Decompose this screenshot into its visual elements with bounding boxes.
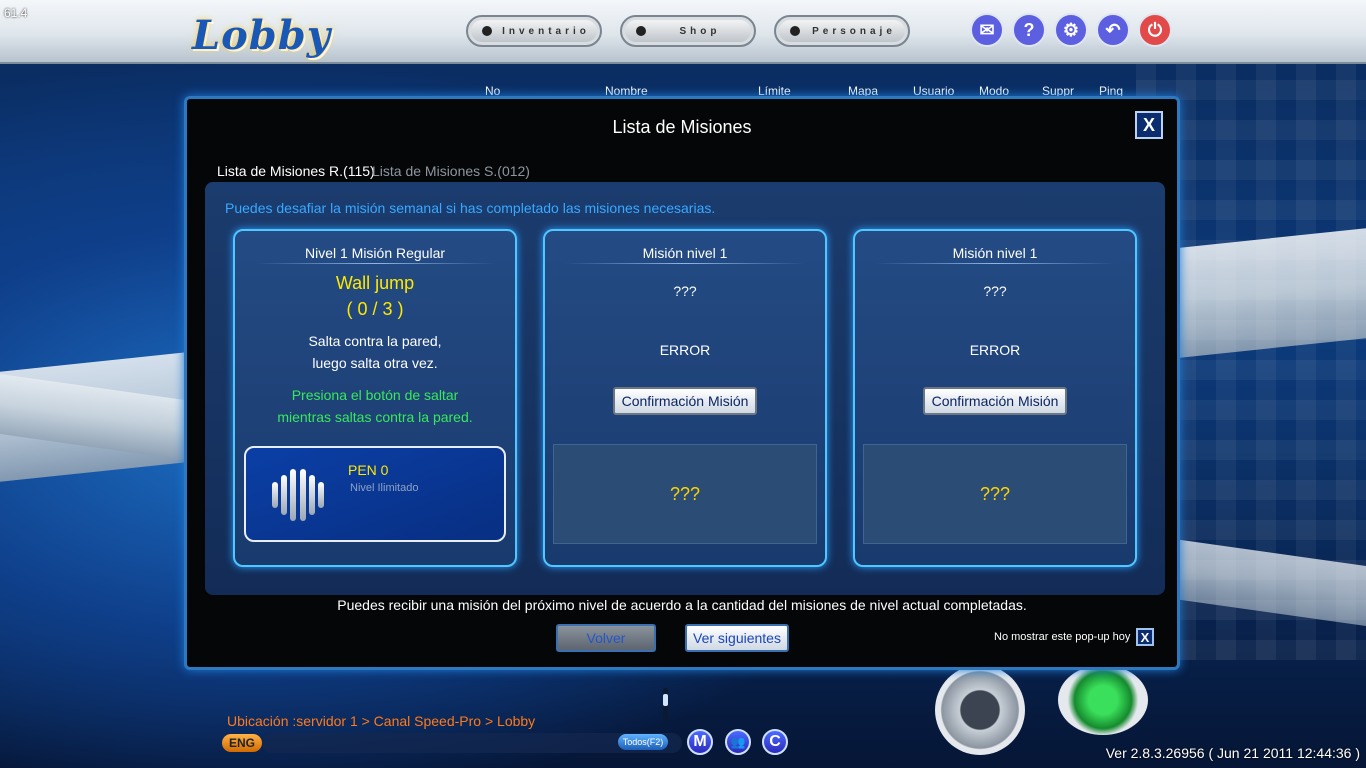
dont-show-label: No mostrar este pop-up hoy xyxy=(994,631,1131,643)
gear-decoration xyxy=(1058,665,1148,735)
mission-name: Wall jump xyxy=(335,273,415,293)
gear-decoration xyxy=(935,665,1025,755)
tab-regular-missions[interactable]: Lista de Misiones R.(115) xyxy=(217,163,375,179)
character-button[interactable]: Personaje xyxy=(774,15,910,47)
chat-scrollbar-thumb[interactable] xyxy=(663,694,668,706)
back-button[interactable]: Volver xyxy=(556,624,656,652)
mission-description: luego salta otra vez. xyxy=(312,355,438,371)
mission-list-dialog: Lista de Misiones X Lista de Misiones R.… xyxy=(184,96,1180,670)
inventory-button-label: Inventario xyxy=(502,25,590,37)
mission-status: ERROR xyxy=(969,342,1021,358)
lobby-logo: Lobby xyxy=(192,12,331,59)
settings-icon[interactable]: ⚙ xyxy=(1054,13,1088,47)
reward-box[interactable]: PEN 0 Nivel Ilimitado xyxy=(244,446,506,542)
weekly-notice: Puedes desafiar la misión semanal si has… xyxy=(225,200,716,216)
button-dot-icon xyxy=(790,26,800,36)
close-icon[interactable]: X xyxy=(1135,111,1163,139)
mission-card[interactable]: Misión nivel 1 ??? ERROR Confirmación Mi… xyxy=(543,229,827,567)
card-title: Nivel 1 Misión Regular xyxy=(304,245,446,261)
shop-button[interactable]: Shop xyxy=(620,15,756,47)
divider xyxy=(565,263,805,264)
confirm-mission-button[interactable]: Confirmación Misión xyxy=(613,387,757,415)
mission-card[interactable]: Nivel 1 Misión Regular Wall jump ( 0 / 3… xyxy=(233,229,517,567)
card-title: Misión nivel 1 xyxy=(642,245,728,261)
reward-name: PEN 0 xyxy=(348,462,389,478)
version-label: Ver 2.8.3.26956 ( Jun 21 2011 12:44:36 ) xyxy=(1105,745,1360,761)
mission-progress: ( 0 / 3 ) xyxy=(346,299,404,319)
reward-duration: Nivel Ilimitado xyxy=(350,482,419,494)
next-level-notice: Puedes recibir una misión del próximo ni… xyxy=(337,597,1027,613)
location-breadcrumb: Ubicación :servidor 1 > Canal Speed-Pro … xyxy=(227,713,536,729)
mission-panel: Puedes desafiar la misión semanal si has… xyxy=(205,182,1165,595)
mail-icon[interactable]: ✉ xyxy=(970,13,1004,47)
divider xyxy=(875,263,1115,264)
messenger-button[interactable]: M xyxy=(687,729,713,755)
button-dot-icon xyxy=(636,26,646,36)
language-toggle[interactable]: ENG xyxy=(222,734,262,752)
fps-counter: 61.4 xyxy=(4,6,28,20)
chat-filter-button[interactable]: Todos(F2) xyxy=(618,734,668,750)
power-icon[interactable]: ⏻ xyxy=(1138,13,1172,47)
reward-box: ??? xyxy=(553,444,817,544)
club-button[interactable]: C xyxy=(762,729,788,755)
mission-description: Salta contra la pared, xyxy=(308,333,442,349)
reward-box: ??? xyxy=(863,444,1127,544)
mission-card[interactable]: Misión nivel 1 ??? ERROR Confirmación Mi… xyxy=(853,229,1137,567)
friends-icon[interactable]: 👥 xyxy=(725,729,751,755)
mission-unknown: ??? xyxy=(983,283,1007,299)
shop-button-label: Shop xyxy=(679,25,721,37)
dont-show-checkbox[interactable]: X xyxy=(1136,628,1154,646)
dialog-title: Lista de Misiones xyxy=(612,117,752,137)
mission-hint: mientras saltas contra la pared. xyxy=(277,409,473,425)
tab-special-missions[interactable]: Lista de Misiones S.(012) xyxy=(372,163,530,179)
inventory-button[interactable]: Inventario xyxy=(466,15,602,47)
view-next-button[interactable]: Ver siguientes xyxy=(685,624,789,652)
mission-status: ERROR xyxy=(659,342,711,358)
confirm-mission-button[interactable]: Confirmación Misión xyxy=(923,387,1067,415)
pen-icon xyxy=(272,468,324,522)
help-icon[interactable]: ? xyxy=(1012,13,1046,47)
divider xyxy=(255,263,495,264)
card-title: Misión nivel 1 xyxy=(952,245,1038,261)
back-icon[interactable]: ↶ xyxy=(1096,13,1130,47)
button-dot-icon xyxy=(482,26,492,36)
mission-hint: Presiona el botón de saltar xyxy=(291,387,459,403)
mission-unknown: ??? xyxy=(673,283,697,299)
character-button-label: Personaje xyxy=(812,25,896,37)
